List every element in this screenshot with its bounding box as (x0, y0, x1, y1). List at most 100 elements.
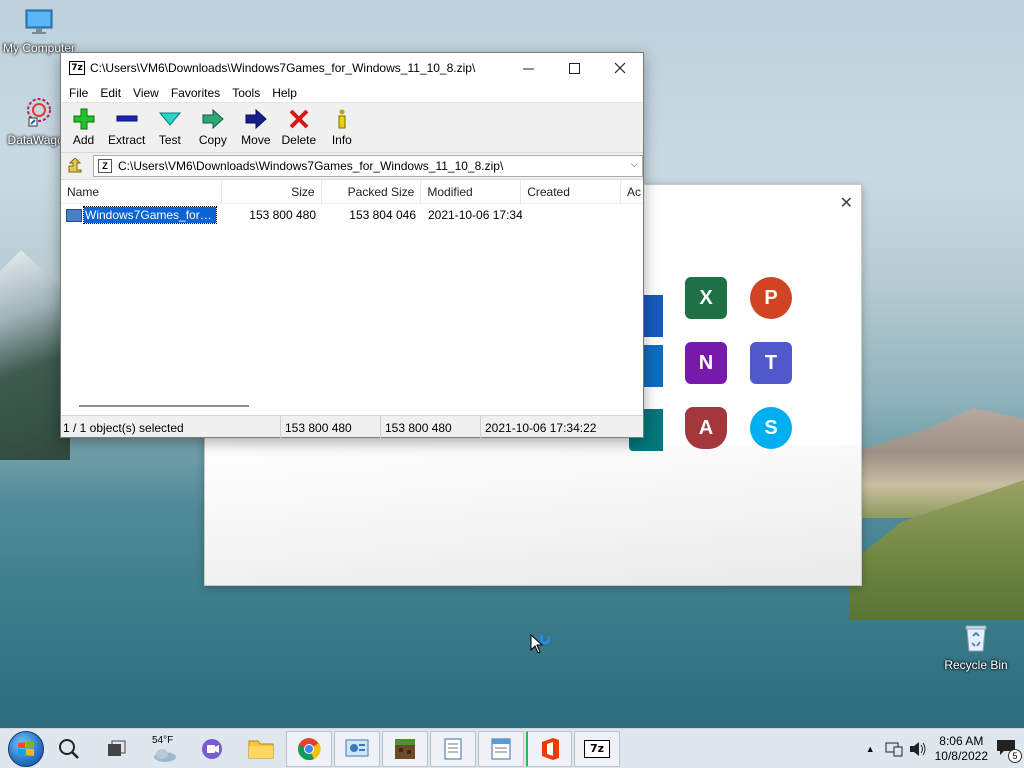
menu-help[interactable]: Help (266, 86, 303, 100)
menu-file[interactable]: File (63, 86, 94, 100)
7zip-icon: 7z (584, 739, 610, 758)
info-icon (331, 107, 353, 131)
onenote-icon[interactable]: N (685, 342, 727, 384)
game-block-icon (395, 738, 415, 759)
excel-icon[interactable]: X (685, 277, 727, 319)
recycle-bin-icon (937, 623, 1015, 656)
weather-widget[interactable]: 54°F (142, 731, 188, 767)
monitor-icon (0, 8, 78, 39)
taskbar: 54°F 7z ▲ 8:06 AM 10/8/2022 5 (0, 728, 1024, 768)
column-header-packed-size[interactable]: Packed Size (322, 179, 422, 204)
column-header-modified[interactable]: Modified (421, 179, 522, 204)
archive-icon: Z (98, 159, 112, 173)
wordpad-button[interactable] (478, 730, 524, 767)
folder-icon (248, 740, 274, 758)
menu-tools[interactable]: Tools (226, 86, 266, 100)
extract-icon (116, 107, 138, 131)
notification-button[interactable]: 5 (996, 738, 1022, 763)
move-button[interactable]: Move (237, 107, 274, 147)
horizontal-scrollbar[interactable] (79, 405, 249, 407)
table-row[interactable]: Windows7Games_for_W... 153 800 480 153 8… (61, 204, 643, 226)
video-chat-icon (202, 738, 222, 759)
status-modified: 2021-10-06 17:34:22 (485, 420, 597, 435)
path-text: C:\Users\VM6\Downloads\Windows7Games_for… (118, 159, 504, 173)
notepad-button[interactable] (430, 730, 476, 767)
add-button[interactable]: Add (65, 107, 102, 147)
search-icon (59, 738, 79, 759)
file-packed-size: 153 804 046 (349, 208, 416, 222)
file-explorer-button[interactable] (238, 731, 284, 767)
notification-badge: 5 (1008, 749, 1022, 763)
column-header-name[interactable]: Name (61, 179, 222, 204)
task-view-button[interactable] (94, 731, 140, 767)
copy-icon (202, 107, 224, 131)
extract-button[interactable]: Extract (108, 107, 145, 147)
skype-icon[interactable]: S (750, 407, 792, 449)
file-created (522, 204, 622, 226)
control-panel-button[interactable] (334, 730, 380, 767)
address-bar: Z C:\Users\VM6\Downloads\Windows7Games_f… (61, 153, 643, 179)
mouse-cursor-icon (530, 633, 554, 661)
status-packed-size: 153 800 480 (381, 415, 481, 440)
close-button[interactable] (597, 53, 643, 83)
menu-bar: File Edit View Favorites Tools Help (61, 83, 643, 103)
menu-edit[interactable]: Edit (94, 86, 127, 100)
network-icon[interactable] (885, 741, 903, 757)
teams-icon[interactable]: T (750, 342, 792, 384)
chrome-icon (298, 737, 321, 760)
chrome-button[interactable] (286, 730, 332, 767)
maximize-button[interactable] (551, 53, 597, 83)
delete-button[interactable]: Delete (280, 107, 317, 147)
column-header-accessed[interactable]: Ac (621, 180, 643, 204)
start-button[interactable] (8, 730, 44, 767)
up-folder-button[interactable] (65, 156, 85, 176)
status-size: 153 800 480 (281, 415, 381, 440)
volume-icon[interactable] (909, 741, 927, 757)
meet-button[interactable] (190, 731, 236, 767)
notepad-icon (444, 738, 462, 759)
chevron-down-icon[interactable]: ⌵ (630, 159, 638, 170)
clock[interactable]: 8:06 AM 10/8/2022 (935, 734, 988, 764)
powerpoint-icon[interactable]: P (750, 277, 792, 319)
status-bar: 1 / 1 object(s) selected 153 800 480 153… (61, 415, 643, 440)
file-list[interactable]: Name Size Packed Size Modified Created A… (61, 179, 643, 415)
file-name[interactable]: Windows7Games_for_W... (83, 206, 217, 224)
menu-favorites[interactable]: Favorites (165, 86, 226, 100)
wordpad-icon (491, 738, 511, 759)
system-tray: ▲ 8:06 AM 10/8/2022 5 (866, 729, 1024, 768)
add-icon (73, 107, 95, 131)
desktop-icon-my-computer[interactable]: My Computer (0, 8, 78, 55)
menu-view[interactable]: View (127, 86, 165, 100)
title-bar[interactable]: 7z C:\Users\VM6\Downloads\Windows7Games_… (61, 53, 643, 83)
control-panel-icon (345, 739, 369, 756)
copy-button[interactable]: Copy (194, 107, 231, 147)
windows-logo-icon (18, 740, 34, 756)
office-icon (541, 737, 559, 760)
file-modified: 2021-10-06 17:34 (428, 208, 522, 222)
task-view-icon (108, 740, 126, 756)
move-icon (245, 107, 267, 131)
info-button[interactable]: Info (323, 107, 360, 147)
path-field[interactable]: Z C:\Users\VM6\Downloads\Windows7Games_f… (93, 155, 643, 177)
7zip-app-icon: 7z (69, 61, 85, 75)
minimize-button[interactable] (505, 53, 551, 83)
desktop-icon-recycle-bin[interactable]: Recycle Bin (937, 623, 1015, 672)
access-icon[interactable]: A (685, 407, 727, 449)
file-icon (66, 208, 82, 222)
search-button[interactable] (46, 731, 92, 767)
chevron-up-icon[interactable]: ▲ (866, 744, 875, 754)
minecraft-button[interactable] (382, 730, 428, 767)
close-icon[interactable]: ✕ (840, 193, 853, 213)
7zip-taskbar-button[interactable]: 7z (574, 730, 620, 767)
delete-icon (288, 107, 310, 131)
column-header-size[interactable]: Size (222, 179, 322, 204)
status-selection: 1 / 1 object(s) selected (61, 415, 281, 440)
cloud-icon (154, 748, 176, 762)
office-button[interactable] (526, 730, 572, 767)
test-button[interactable]: Test (151, 107, 188, 147)
window-background-swoosh (205, 445, 861, 585)
window-title: C:\Users\VM6\Downloads\Windows7Games_for… (90, 61, 476, 75)
toolbar: Add Extract Test Copy Move Delete Info (61, 103, 643, 153)
column-header-created[interactable]: Created (521, 179, 622, 204)
list-header: Name Size Packed Size Modified Created A… (61, 179, 643, 204)
